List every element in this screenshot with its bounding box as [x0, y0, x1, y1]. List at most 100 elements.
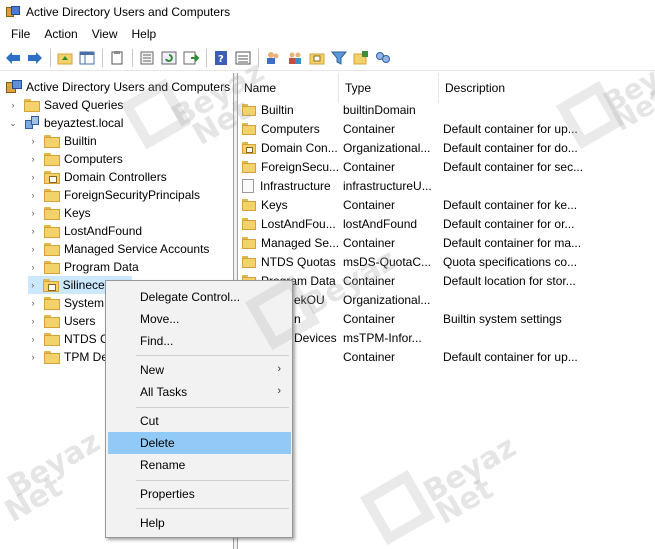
help-icon[interactable]: ?	[212, 49, 230, 67]
tree-item-computers[interactable]: › Computers	[28, 150, 123, 168]
list-item[interactable]: n Container Builtin system settings	[238, 310, 655, 329]
chevron-down-icon[interactable]: ⌄	[8, 118, 18, 128]
tree-item-domain-controllers[interactable]: › Domain Controllers	[28, 168, 167, 186]
tree-item-label: LostAndFound	[64, 224, 143, 238]
tree-item-domain[interactable]: ⌄ beyaztest.local	[8, 114, 123, 132]
tree-item-builtin[interactable]: › Builtin	[28, 132, 97, 150]
menu-view[interactable]: View	[85, 27, 125, 41]
menu-item-delegate-control[interactable]: Delegate Control...	[108, 286, 291, 308]
menu-item-rename[interactable]: Rename	[108, 454, 291, 476]
clipboard-icon[interactable]	[108, 49, 126, 67]
document-icon	[242, 179, 254, 193]
context-menu: Delegate Control... Move... Find... New ›…	[105, 280, 293, 538]
menu-item-new[interactable]: New ›	[108, 359, 291, 381]
menu-action[interactable]: Action	[37, 27, 84, 41]
tree-item-label: ForeignSecurityPrincipals	[64, 188, 201, 202]
chevron-right-icon[interactable]: ›	[28, 352, 38, 362]
domain-icon	[24, 116, 40, 130]
ad-users-computers-icon	[6, 6, 20, 18]
chevron-right-icon[interactable]: ›	[8, 100, 18, 110]
chevron-right-icon[interactable]: ›	[28, 172, 38, 182]
folder-icon	[242, 123, 256, 135]
chevron-right-icon[interactable]: ›	[28, 208, 38, 218]
tree-item-lost-and-found[interactable]: › LostAndFound	[28, 222, 143, 240]
list-item[interactable]: Builtin builtinDomain	[238, 101, 655, 120]
new-ou-icon[interactable]	[308, 49, 326, 67]
title-bar: Active Directory Users and Computers	[0, 0, 655, 24]
menu-item-delete[interactable]: Delete	[108, 432, 291, 454]
forward-icon[interactable]	[26, 49, 44, 67]
menu-item-properties[interactable]: Properties	[108, 483, 291, 505]
tree-item-managed-service-accounts[interactable]: › Managed Service Accounts	[28, 240, 210, 258]
ou-icon	[242, 142, 256, 154]
folder-icon	[44, 188, 60, 202]
tree-item-users[interactable]: › Users	[28, 312, 96, 330]
tree-item-label: Computers	[64, 152, 123, 166]
menu-item-cut[interactable]: Cut	[108, 410, 291, 432]
chevron-right-icon[interactable]: ›	[28, 298, 38, 308]
tree-item-label: Domain Controllers	[64, 170, 167, 184]
properties-icon[interactable]	[138, 49, 156, 67]
chevron-right-icon[interactable]: ›	[28, 316, 38, 326]
tree-item-program-data[interactable]: › Program Data	[28, 258, 139, 276]
menu-item-move[interactable]: Move...	[108, 308, 291, 330]
tree-item-label: Users	[64, 314, 96, 328]
chevron-right-icon[interactable]: ›	[28, 334, 38, 344]
export-list-icon[interactable]	[182, 49, 200, 67]
column-header-name[interactable]: Name	[238, 73, 339, 103]
menu-bar: File Action View Help	[0, 24, 655, 44]
list-item[interactable]: Computers Container Default container fo…	[238, 120, 655, 139]
toolbar-separator	[206, 48, 207, 67]
folder-icon	[44, 314, 60, 328]
delegate-icon[interactable]	[352, 49, 370, 67]
tree-item-ntds-quotas[interactable]: › NTDS C	[28, 330, 109, 348]
tree-item-root[interactable]: Active Directory Users and Computers	[6, 78, 230, 96]
groups-icon[interactable]	[286, 49, 304, 67]
chevron-right-icon[interactable]: ›	[28, 190, 38, 200]
list-item[interactable]: ForeignSecu... Container Default contain…	[238, 158, 655, 177]
filter-icon[interactable]	[330, 49, 348, 67]
list-item[interactable]: LostAndFou... lostAndFound Default conta…	[238, 215, 655, 234]
list-item[interactable]: Keys Container Default container for ke.…	[238, 196, 655, 215]
chevron-right-icon[interactable]: ›	[28, 136, 38, 146]
up-folder-icon[interactable]	[56, 49, 74, 67]
menu-item-help[interactable]: Help	[108, 512, 291, 534]
menu-file[interactable]: File	[4, 27, 37, 41]
tree-item-foreign-security-principals[interactable]: › ForeignSecurityPrincipals	[28, 186, 201, 204]
folder-icon	[242, 161, 256, 173]
chevron-right-icon[interactable]: ›	[28, 280, 37, 290]
refresh-icon[interactable]	[160, 49, 178, 67]
list-item[interactable]: Program Data Container Default location …	[238, 272, 655, 291]
back-icon[interactable]	[4, 49, 22, 67]
menu-help[interactable]: Help	[125, 27, 164, 41]
list-item[interactable]: Domain Con... Organizational... Default …	[238, 139, 655, 158]
folder-icon	[242, 256, 256, 268]
tree-item-system[interactable]: › System	[28, 294, 105, 312]
tree-item-saved-queries[interactable]: › Saved Queries	[8, 96, 124, 114]
show-console-tree-icon[interactable]	[78, 49, 96, 67]
tree-item-label: NTDS C	[64, 332, 109, 346]
chevron-right-icon[interactable]: ›	[28, 244, 38, 254]
details-view-icon[interactable]	[234, 49, 252, 67]
menu-item-find[interactable]: Find...	[108, 330, 291, 352]
list-item[interactable]: NTDS Quotas msDS-QuotaC... Quota specifi…	[238, 253, 655, 272]
menu-item-all-tasks[interactable]: All Tasks ›	[108, 381, 291, 403]
column-header-type[interactable]: Type	[339, 73, 439, 103]
list-item[interactable]: Managed Se... Container Default containe…	[238, 234, 655, 253]
chevron-right-icon[interactable]: ›	[28, 226, 38, 236]
list-item[interactable]: Container Default container for up...	[238, 348, 655, 367]
tree-item-tpm-devices[interactable]: › TPM De	[28, 348, 109, 366]
folder-icon	[44, 224, 60, 238]
list-item[interactable]: Infrastructure infrastructureU...	[238, 177, 655, 196]
users-icon[interactable]	[264, 49, 282, 67]
details-list[interactable]: Name Type Description Builtin builtinDom…	[238, 73, 655, 549]
tree-item-label: Managed Service Accounts	[64, 242, 210, 256]
find-icon[interactable]	[374, 49, 392, 67]
column-header-description[interactable]: Description	[439, 73, 655, 103]
list-item[interactable]: Devices msTPM-Infor...	[238, 329, 655, 348]
chevron-right-icon[interactable]: ›	[28, 154, 38, 164]
chevron-right-icon[interactable]: ›	[28, 262, 38, 272]
folder-icon	[44, 332, 60, 346]
list-item[interactable]: ekOU Organizational...	[238, 291, 655, 310]
tree-item-keys[interactable]: › Keys	[28, 204, 91, 222]
